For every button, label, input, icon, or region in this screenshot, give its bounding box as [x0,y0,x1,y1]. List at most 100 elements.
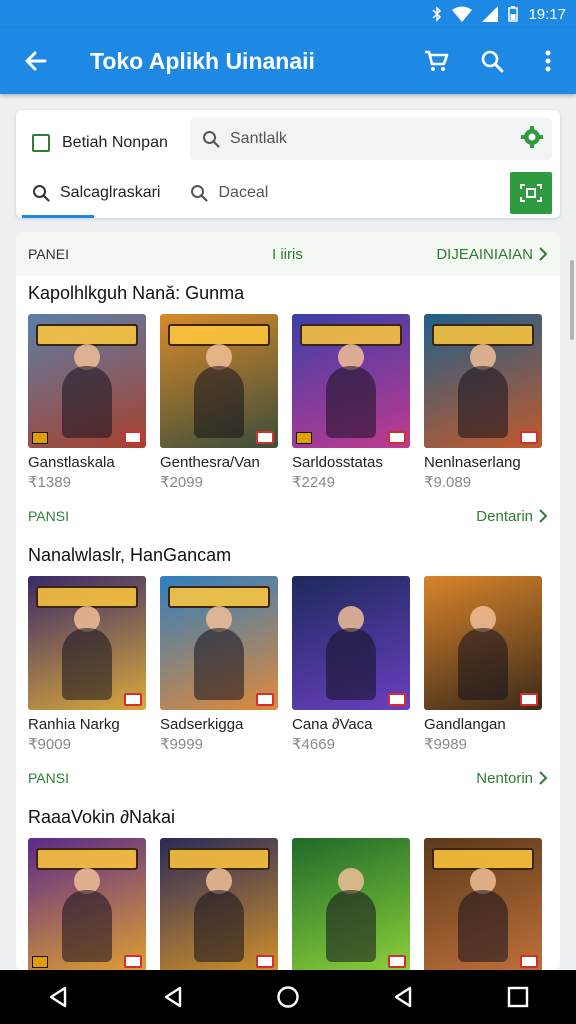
app-price: ₹9999 [160,736,203,753]
see-more-link[interactable]: Dentarin [476,508,548,525]
arrow-left-icon [25,51,47,71]
app-artwork [292,314,410,448]
tab-search-1[interactable]: Salcaglraskari [16,172,161,218]
search-button[interactable] [464,28,520,94]
app-artwork [160,314,278,448]
app-price: ₹2099 [160,474,203,491]
tab-search-1-label: Salcaglraskari [60,184,161,201]
section-tag: PANEI [28,246,69,262]
app-name: Ranhia Narkg [28,716,120,733]
section-sub-label: I iiris [272,245,303,263]
app-card[interactable]: Sadserkigga ₹9999 [160,576,278,753]
status-time: 19:17 [528,5,566,23]
app-card[interactable]: Genthesra/Van ₹2099 [160,314,278,491]
app-card[interactable]: Nenlnaserlang ₹9.089 [424,314,542,491]
filter-panel: Betiah Nonpan Santlalk Salcaglraskari Da… [16,110,560,218]
scan-icon [520,184,542,202]
triangle-back-icon [164,986,181,1008]
nav-back-button-2[interactable] [143,970,203,1024]
search-icon [33,185,50,202]
search-input[interactable]: Santlalk [190,118,552,160]
cart-icon [425,50,449,71]
app-artwork [28,576,146,710]
see-more-label: Dentarin [476,507,533,525]
section-1: PANEI I iiris DIJEAINIAIAN Kapolhlkguh N… [16,232,560,494]
cart-button[interactable] [408,28,464,94]
see-more-link[interactable]: DIJEAINIAIAN [436,246,548,263]
status-bar: 19:17 [0,0,576,28]
settings-button[interactable] [520,125,544,154]
app-artwork [292,838,410,970]
circle-home-icon [277,986,299,1008]
app-card[interactable]: Sarldosstatas ₹2249 [292,314,410,491]
app-card[interactable]: Ganstlaskala ₹1389 [28,314,146,491]
app-card[interactable] [424,838,542,970]
app-card[interactable] [292,838,410,970]
app-name: Nenlnaserlang [424,454,521,471]
app-name: Ganstlaskala [28,454,115,471]
overflow-menu-button[interactable] [520,28,576,94]
app-name: Sarldosstatas [292,454,383,471]
battery-icon [508,6,519,22]
app-price: ₹9009 [28,736,71,753]
nav-back-button-3[interactable] [373,970,433,1024]
app-price: ₹9989 [424,736,467,753]
nav-recents-button[interactable] [488,970,548,1024]
filter-checkbox-row[interactable]: Betiah Nonpan [16,134,188,152]
chevron-right-icon [539,509,548,523]
app-card[interactable]: Cana ∂Vaca ₹4669 [292,576,410,753]
nav-back-button[interactable] [28,970,88,1024]
scan-button[interactable] [510,172,552,214]
app-listing: PANEI I iiris DIJEAINIAIAN Kapolhlkguh N… [16,232,560,970]
scrollbar[interactable] [570,260,574,340]
see-more-label: Nentorin [476,769,533,787]
see-more-link[interactable]: Nentorin [476,770,548,787]
search-icon [203,131,220,148]
section-tag: PANSI [28,770,69,786]
section-2: PANSI Dentarin Nanalwlaslr, HanGancam Ra… [16,494,560,756]
app-bar: Toko Aplikh Uinanaii [0,28,576,94]
app-artwork [424,838,542,970]
app-card[interactable] [160,838,278,970]
section-title: Nanalwlaslr, HanGancam [28,544,232,565]
section-3: PANSI Nentorin RaaaVokin ∂Nakai [16,756,560,970]
app-card[interactable] [28,838,146,970]
app-artwork [28,838,146,970]
chevron-right-icon [539,247,548,261]
app-name: Gandlangan [424,716,506,733]
nav-home-button[interactable] [258,970,318,1024]
search-icon [481,50,504,73]
app-artwork [160,838,278,970]
app-price: ₹1389 [28,474,71,491]
system-nav-bar [0,970,576,1024]
app-artwork [424,314,542,448]
chevron-right-icon [539,771,548,785]
page-title: Toko Aplikh Uinanaii [90,47,315,74]
section-title: RaaaVokin ∂Nakai [28,806,175,827]
triangle-back-icon [394,986,412,1008]
section-title: Kapolhlkguh Nană: Gunma [28,282,245,303]
back-button[interactable] [0,28,72,94]
gear-icon [521,125,543,148]
search-icon [191,185,209,202]
app-artwork [292,576,410,710]
app-name: Sadserkigga [160,716,244,733]
tab-search-2[interactable]: Daceal [174,172,268,214]
see-more-label: DIJEAINIAIAN [436,245,533,263]
filter-checkbox-label: Betiah Nonpan [62,134,168,151]
app-price: ₹4669 [292,736,335,753]
app-artwork [28,314,146,448]
app-artwork [424,576,542,710]
more-vert-icon [545,50,551,72]
app-price: ₹9.089 [424,474,472,491]
app-card[interactable]: Ranhia Narkg ₹9009 [28,576,146,753]
square-recents-icon [508,986,529,1008]
triangle-back-icon [49,986,66,1008]
app-card[interactable]: Gandlangan ₹9989 [424,576,542,753]
filter-checkbox[interactable] [32,134,50,152]
app-price: ₹2249 [292,474,335,491]
search-placeholder: Santlalk [230,130,287,147]
bluetooth-icon [432,6,442,22]
app-name: Genthesra/Van [160,454,260,471]
tab-search-2-label: Daceal [218,184,269,201]
